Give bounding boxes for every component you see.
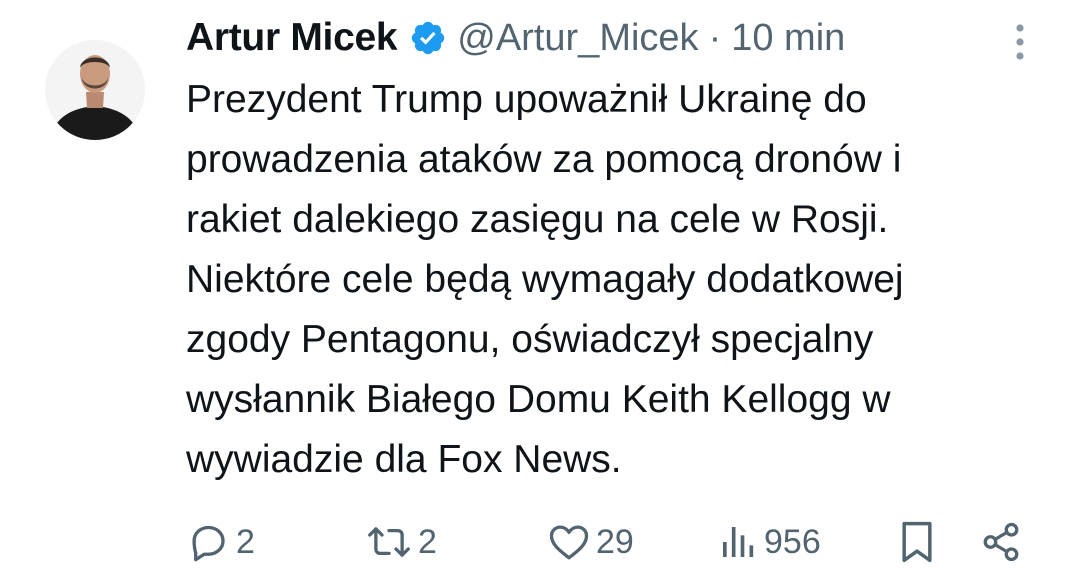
avatar[interactable] [45,40,145,140]
repost-icon [368,527,410,557]
tweet-text-line: rakiet dalekiego zasięgu na cele w Rosji… [186,198,889,241]
more-vertical-icon[interactable] [1008,20,1032,64]
author-handle[interactable]: @Artur_Micek [457,17,698,60]
views-count: 956 [764,522,821,561]
tweet-timestamp[interactable]: 10 min [731,17,845,60]
bookmark-icon [902,521,932,563]
verified-badge-icon[interactable] [409,19,447,57]
tweet-text-line: Prezydent Trump upoważnił Ukrainę do [186,78,867,121]
like-button[interactable]: 29 [548,516,634,568]
tweet-text-line: prowadzenia ataków za pomocą dronów i [186,138,902,181]
repost-button[interactable]: 2 [366,516,437,568]
avatar-photo [45,40,145,140]
tweet-text-line: wysłannik Białego Domu Keith Kellogg w [186,378,891,421]
tweet-text-line: wywiadzie dla Fox News. [186,438,622,481]
reply-icon [192,525,225,562]
repost-count: 2 [418,522,437,561]
bookmark-button[interactable] [898,516,936,568]
separator-dot: · [708,16,722,59]
share-button[interactable] [980,516,1022,568]
tweet-actions-bar: 2 2 29 956 [0,516,1079,568]
reply-count: 2 [236,522,255,561]
views-icon [723,527,754,557]
author-display-name[interactable]: Artur Micek [186,16,398,60]
views-button[interactable]: 956 [718,516,821,568]
tweet-text-line: Niektóre cele będą wymagały dodatkowej [186,258,904,301]
tweet[interactable]: Artur Micek @Artur_Micek · 10 min Prezyd… [0,0,1079,583]
heart-icon [549,525,589,560]
tweet-text-line: zgody Pentagonu, oświadczył specjalny [186,318,874,361]
tweet-header: Artur Micek @Artur_Micek · 10 min [186,12,845,64]
share-icon [983,522,1019,562]
like-count: 29 [596,522,634,561]
tweet-text: Prezydent Trump upoważnił Ukrainę do pro… [186,70,1066,490]
reply-button[interactable]: 2 [188,516,255,568]
